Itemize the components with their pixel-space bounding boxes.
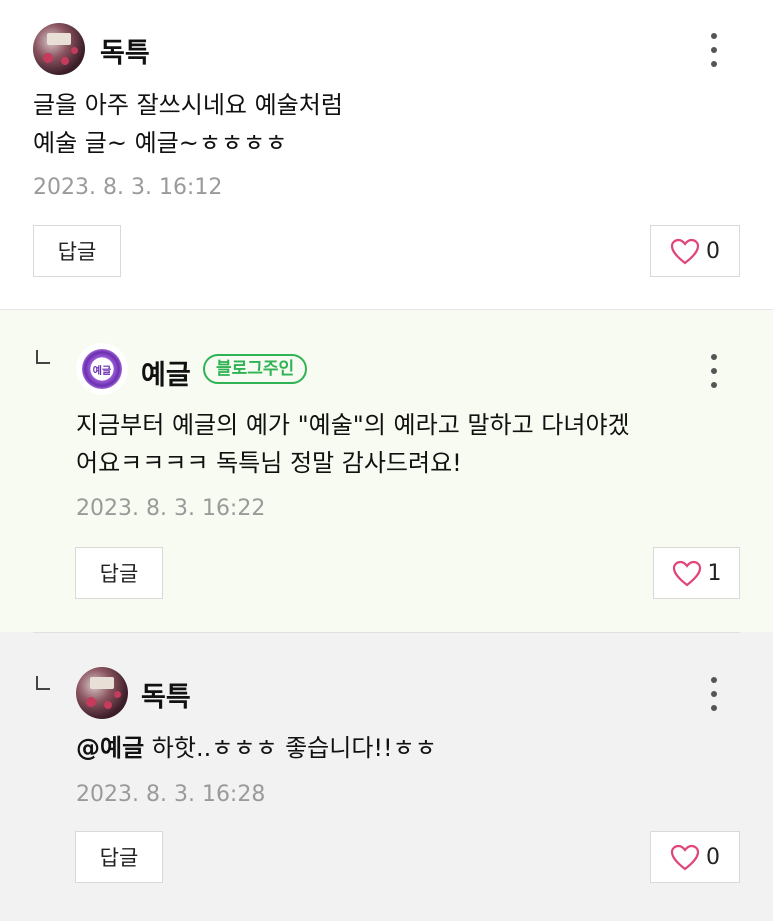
comment-text-line: 글을 아주 잘쓰시네요 예술처럼 <box>33 91 343 119</box>
comment-item: 예글 예글 블로그주인 지금부터 예글의 예가 "예술"의 예라고 말하고 다녀… <box>0 310 773 632</box>
reply-button-label: 답글 <box>99 846 139 870</box>
comment-item: 독특 @예글 하핫..ㅎㅎㅎ 좋습니다!!ㅎㅎ 2023. 8. 3. 16:2… <box>0 632 773 921</box>
comment-text-line: 지금부터 예글의 예가 "예술"의 예라고 말하고 다녀야겠 <box>76 411 630 439</box>
like-count: 1 <box>707 560 722 586</box>
blog-owner-badge: 블로그주인 <box>203 354 308 384</box>
comment-date: 2023. 8. 3. 16:22 <box>76 496 266 521</box>
like-count: 0 <box>706 238 720 264</box>
heart-icon <box>670 844 700 871</box>
avatar[interactable]: 예글 <box>76 343 128 395</box>
reply-button[interactable]: 답글 <box>75 831 163 883</box>
reply-arrow-icon <box>36 350 50 364</box>
comment-date: 2023. 8. 3. 16:28 <box>76 782 266 807</box>
comment-item: 독특 글을 아주 잘쓰시네요 예술처럼 예술 글~ 예글~ㅎㅎㅎㅎ 2023. … <box>0 0 773 310</box>
comment-text: 지금부터 예글의 예가 "예술"의 예라고 말하고 다녀야겠 어요ㅋㅋㅋㅋ 독특… <box>76 406 630 482</box>
comment-text-line: 예술 글~ 예글~ㅎㅎㅎㅎ <box>33 129 288 157</box>
more-vertical-icon[interactable] <box>711 33 717 67</box>
comment-text: 글을 아주 잘쓰시네요 예술처럼 예술 글~ 예글~ㅎㅎㅎㅎ <box>33 86 343 162</box>
mention-link[interactable]: @예글 <box>76 734 144 762</box>
comment-text-line: 어요ㅋㅋㅋㅋ 독특님 정말 감사드려요! <box>76 449 462 477</box>
like-button[interactable]: 0 <box>650 831 740 883</box>
author-name[interactable]: 예글 <box>141 353 191 392</box>
avatar[interactable] <box>76 667 128 719</box>
comment-text-content: 하핫..ㅎㅎㅎ 좋습니다!!ㅎㅎ <box>144 734 437 762</box>
heart-icon <box>670 238 700 265</box>
author-name[interactable]: 독특 <box>141 675 191 714</box>
like-button[interactable]: 1 <box>653 547 740 599</box>
reply-button-label: 답글 <box>99 562 139 586</box>
heart-icon <box>672 560 702 587</box>
reply-button[interactable]: 답글 <box>75 547 163 599</box>
reply-button[interactable]: 답글 <box>33 225 121 277</box>
avatar[interactable] <box>33 23 85 75</box>
more-vertical-icon[interactable] <box>711 677 717 711</box>
reply-arrow-icon <box>36 676 50 690</box>
author-name[interactable]: 독특 <box>100 31 150 70</box>
reply-button-label: 답글 <box>57 240 97 264</box>
comment-date: 2023. 8. 3. 16:12 <box>33 175 223 200</box>
divider <box>33 632 740 633</box>
like-count: 0 <box>706 844 720 870</box>
avatar-logo-text: 예글 <box>92 365 112 377</box>
like-button[interactable]: 0 <box>650 225 740 277</box>
more-vertical-icon[interactable] <box>711 354 717 388</box>
comment-text: @예글 하핫..ㅎㅎㅎ 좋습니다!!ㅎㅎ <box>76 729 437 767</box>
